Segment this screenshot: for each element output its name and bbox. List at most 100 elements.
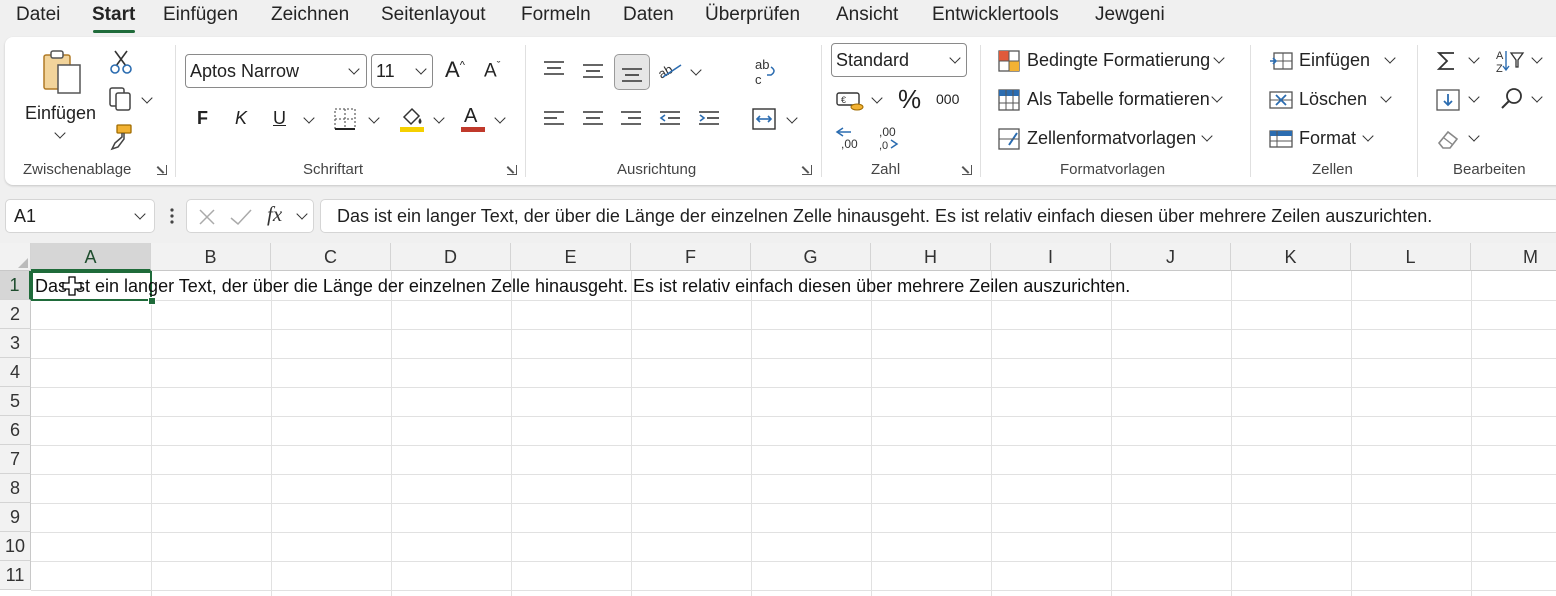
row-header-1[interactable]: 1	[0, 271, 31, 300]
align-bottom-button[interactable]	[614, 54, 650, 90]
name-box-chevron-icon[interactable]	[134, 208, 146, 220]
align-right-icon[interactable]	[619, 109, 643, 129]
row-header-4[interactable]: 4	[0, 358, 31, 387]
tab-ueberpruefen[interactable]: Überprüfen	[705, 4, 800, 26]
cell-styles-button[interactable]: Zellenformatvorlagen	[1027, 128, 1196, 149]
copy-icon[interactable]	[107, 86, 133, 112]
delete-cells-chevron-icon[interactable]	[1380, 91, 1392, 103]
column-header-m[interactable]: M	[1471, 243, 1556, 271]
decrease-indent-icon[interactable]	[658, 109, 682, 129]
percent-style-button[interactable]: %	[898, 84, 921, 115]
underline-button[interactable]: U	[273, 108, 286, 129]
font-name-dropdown[interactable]: Aptos Narrow	[185, 54, 367, 88]
bold-button[interactable]: F	[197, 108, 208, 129]
paste-icon[interactable]	[41, 49, 87, 95]
format-cells-icon[interactable]	[1268, 127, 1294, 151]
alignment-dialog-launcher-icon[interactable]	[802, 165, 812, 175]
format-as-table-icon[interactable]	[997, 88, 1021, 112]
delete-cells-icon[interactable]	[1268, 88, 1294, 112]
tab-zeichnen[interactable]: Zeichnen	[271, 4, 349, 26]
fill-icon[interactable]	[1435, 88, 1461, 112]
column-header-f[interactable]: F	[631, 243, 751, 271]
wrap-text-icon[interactable]: ab c	[753, 57, 779, 87]
autosum-icon[interactable]	[1435, 49, 1459, 73]
find-select-chevron-icon[interactable]	[1531, 91, 1543, 103]
align-center-icon[interactable]	[581, 109, 605, 129]
find-select-icon[interactable]	[1499, 86, 1527, 112]
row-header-8[interactable]: 8	[0, 474, 31, 503]
merge-center-icon[interactable]	[751, 107, 777, 131]
tab-entwicklertools[interactable]: Entwicklertools	[932, 4, 1059, 26]
orientation-icon[interactable]: ab	[657, 57, 685, 83]
column-header-j[interactable]: J	[1111, 243, 1231, 271]
align-top-icon[interactable]	[542, 59, 566, 79]
column-header-l[interactable]: L	[1351, 243, 1471, 271]
orientation-dropdown-chevron-icon[interactable]	[690, 64, 702, 76]
paste-dropdown-chevron-icon[interactable]	[54, 127, 66, 139]
number-format-dropdown[interactable]: Standard	[831, 43, 967, 77]
delete-cells-button[interactable]: Löschen	[1299, 89, 1367, 110]
column-header-c[interactable]: C	[271, 243, 391, 271]
merge-dropdown-chevron-icon[interactable]	[786, 112, 798, 124]
cell-styles-chevron-icon[interactable]	[1201, 130, 1213, 142]
more-options-icon[interactable]	[169, 206, 175, 226]
row-header-3[interactable]: 3	[0, 329, 31, 358]
borders-dropdown-chevron-icon[interactable]	[368, 112, 380, 124]
column-header-h[interactable]: H	[871, 243, 991, 271]
fill-handle[interactable]	[148, 297, 156, 305]
column-header-e[interactable]: E	[511, 243, 631, 271]
format-cells-button[interactable]: Format	[1299, 128, 1356, 149]
insert-cells-icon[interactable]	[1268, 49, 1294, 73]
formula-input[interactable]: Das ist ein langer Text, der über die Lä…	[320, 199, 1556, 233]
underline-dropdown-chevron-icon[interactable]	[303, 112, 315, 124]
formula-expand-chevron-icon[interactable]	[296, 208, 308, 220]
tab-ansicht[interactable]: Ansicht	[836, 4, 898, 26]
italic-button[interactable]: K	[235, 108, 247, 129]
fill-color-dropdown-chevron-icon[interactable]	[433, 112, 445, 124]
clear-chevron-icon[interactable]	[1468, 130, 1480, 142]
autosum-chevron-icon[interactable]	[1468, 52, 1480, 64]
increase-decimal-icon[interactable]: ,00	[835, 125, 863, 151]
tab-seitenlayout[interactable]: Seitenlayout	[381, 4, 486, 26]
column-header-i[interactable]: I	[991, 243, 1111, 271]
column-header-g[interactable]: G	[751, 243, 871, 271]
row-header-7[interactable]: 7	[0, 445, 31, 474]
insert-cells-button[interactable]: Einfügen	[1299, 50, 1370, 71]
tab-einfuegen[interactable]: Einfügen	[163, 4, 238, 26]
paste-label[interactable]: Einfügen	[25, 103, 96, 124]
tab-formeln[interactable]: Formeln	[521, 4, 591, 26]
decrease-font-size-icon[interactable]: Aˇ	[484, 60, 500, 82]
accounting-dropdown-chevron-icon[interactable]	[871, 92, 883, 104]
font-dialog-launcher-icon[interactable]	[507, 165, 517, 175]
increase-font-size-icon[interactable]: A^	[445, 57, 465, 83]
fill-color-icon[interactable]	[398, 103, 426, 133]
number-dialog-launcher-icon[interactable]	[962, 165, 972, 175]
row-header-5[interactable]: 5	[0, 387, 31, 416]
align-middle-icon[interactable]	[581, 61, 605, 81]
tab-daten[interactable]: Daten	[623, 4, 674, 26]
cut-icon[interactable]	[109, 49, 133, 75]
conditional-formatting-chevron-icon[interactable]	[1213, 52, 1225, 64]
column-header-b[interactable]: B	[151, 243, 271, 271]
name-box[interactable]: A1	[5, 199, 155, 233]
sort-filter-chevron-icon[interactable]	[1531, 52, 1543, 64]
font-color-dropdown-chevron-icon[interactable]	[494, 112, 506, 124]
format-painter-icon[interactable]	[107, 123, 135, 151]
borders-icon[interactable]	[333, 107, 357, 131]
row-header-11[interactable]: 11	[0, 561, 31, 590]
row-header-10[interactable]: 10	[0, 532, 31, 561]
format-as-table-button[interactable]: Als Tabelle formatieren	[1027, 89, 1210, 110]
column-header-d[interactable]: D	[391, 243, 511, 271]
format-as-table-chevron-icon[interactable]	[1211, 91, 1223, 103]
select-all-corner[interactable]	[0, 243, 31, 271]
clipboard-dialog-launcher-icon[interactable]	[157, 165, 167, 175]
accounting-format-icon[interactable]: €	[835, 89, 865, 113]
conditional-formatting-button[interactable]: Bedingte Formatierung	[1027, 50, 1210, 71]
cell-styles-icon[interactable]	[997, 127, 1021, 151]
decrease-decimal-icon[interactable]: ,00,0	[875, 125, 903, 151]
insert-function-icon[interactable]: fx	[267, 202, 282, 227]
clear-icon[interactable]	[1435, 127, 1461, 151]
row-header-6[interactable]: 6	[0, 416, 31, 445]
tab-jewgeni[interactable]: Jewgeni	[1095, 4, 1165, 26]
cancel-icon[interactable]	[197, 207, 217, 227]
